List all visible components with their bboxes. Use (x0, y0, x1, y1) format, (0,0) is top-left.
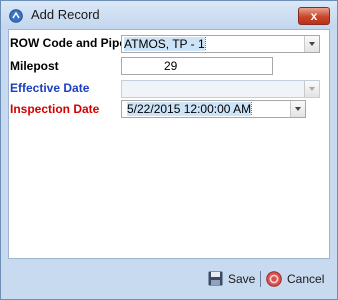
row-code-combo[interactable]: ATMOS, TP - 1 (121, 35, 320, 53)
row-code-value: ATMOS, TP - 1 (124, 37, 206, 51)
effective-date-combo[interactable] (121, 80, 320, 98)
inspection-date-value: 5/22/2015 12:00:00 AM (127, 102, 253, 116)
title-bar[interactable]: Add Record x (1, 1, 337, 29)
effective-date-label: Effective Date (10, 81, 90, 95)
inspection-date-label: Inspection Date (10, 102, 100, 116)
form-panel: ROW Code and Pipe ATMOS, TP - 1 Milepost… (8, 29, 330, 259)
button-bar: Save Cancel (8, 263, 330, 295)
cancel-circle-icon (266, 271, 282, 287)
inspection-date-combo[interactable]: 5/22/2015 12:00:00 AM (121, 100, 306, 118)
chevron-down-icon[interactable] (304, 81, 319, 97)
app-logo-icon (9, 9, 23, 23)
floppy-disk-icon (208, 271, 223, 286)
milepost-input[interactable]: 29 (121, 57, 273, 75)
milepost-value: 29 (164, 59, 178, 73)
close-button[interactable]: x (298, 7, 330, 25)
dialog-window: Add Record x ROW Code and Pipe ATMOS, TP… (0, 0, 338, 300)
row-code-label: ROW Code and Pipe (10, 36, 127, 50)
chevron-down-icon[interactable] (290, 101, 305, 117)
window-title: Add Record (31, 7, 100, 22)
milepost-label: Milepost (10, 59, 59, 73)
cancel-label: Cancel (287, 272, 325, 286)
chevron-down-icon[interactable] (304, 36, 319, 52)
save-label: Save (228, 272, 256, 286)
effective-date-value (124, 82, 303, 96)
button-separator (260, 271, 261, 287)
